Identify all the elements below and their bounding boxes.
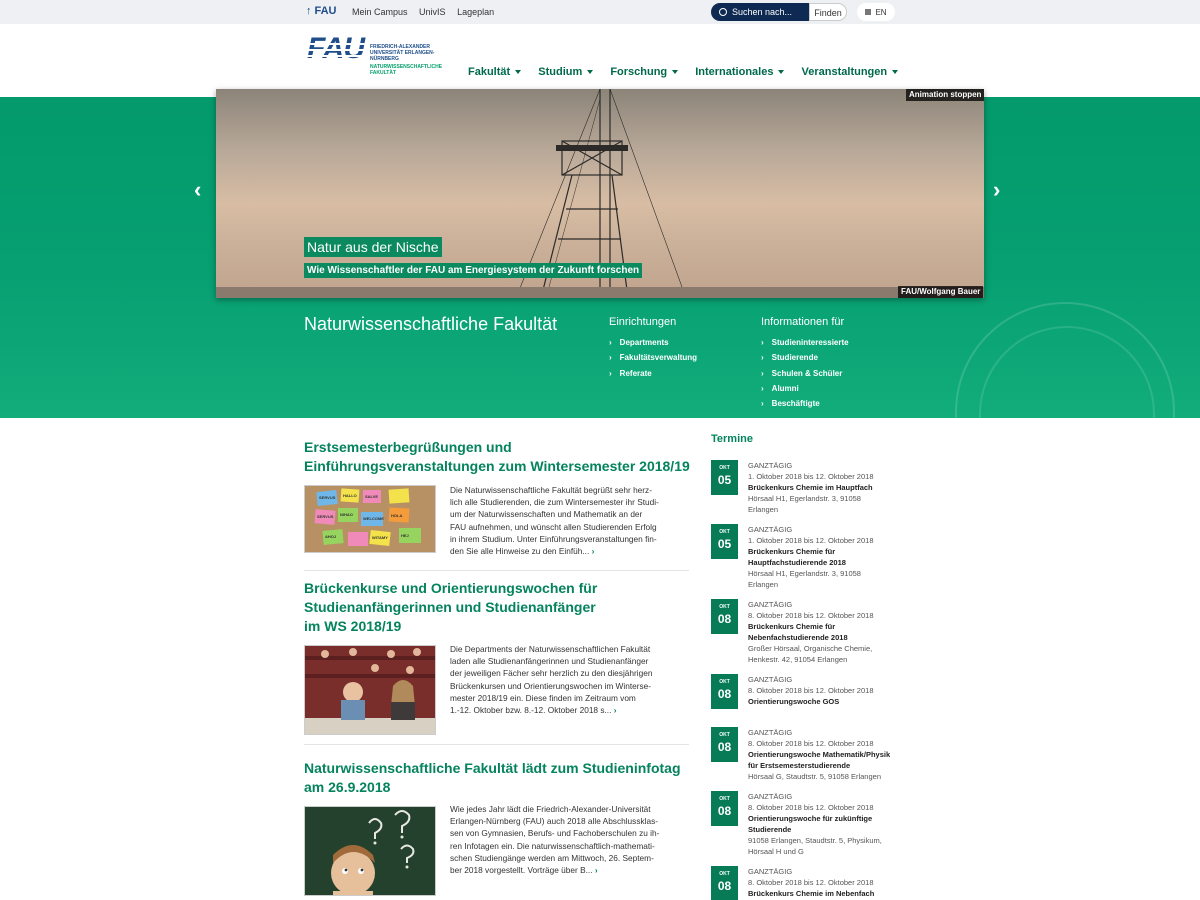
note-text: SERVUS: [317, 514, 334, 519]
chevron-right-icon: ›: [761, 399, 764, 409]
faculty-name: NATURWISSENSCHAFTLICHE FAKULTÄT: [370, 64, 443, 76]
link-studierende[interactable]: › Studierende: [761, 353, 849, 368]
search-icon: [719, 8, 727, 16]
chevron-right-icon: ›: [609, 353, 612, 363]
language-switch[interactable]: EN: [857, 3, 895, 21]
informationen-list: › Studieninteressierte › Studierende › Schu…: [761, 338, 849, 414]
utility-links: Mein Campus UnivIS Lageplan: [352, 7, 503, 17]
main-navigation: Fakultät Studium Forschung International…: [468, 66, 912, 78]
link-studieninteressierte[interactable]: › Studieninteressierte: [761, 338, 849, 353]
article-excerpt: Die Naturwissenschaftliche Fakultät begr…: [450, 485, 659, 557]
note-text: SALVE: [365, 494, 378, 499]
read-more-chevron-icon[interactable]: ›: [595, 865, 598, 875]
article-title[interactable]: Erstsemesterbegrüßungen und Einführungsv…: [304, 438, 699, 476]
university-seal-watermark: [955, 302, 1175, 418]
events-heading: Termine: [711, 433, 753, 445]
chevron-left-icon[interactable]: ‹: [194, 179, 208, 201]
chevron-down-icon: [515, 70, 522, 74]
read-more-chevron-icon[interactable]: ›: [592, 546, 595, 556]
nav-forschung[interactable]: Forschung: [610, 66, 679, 78]
divider: [304, 744, 689, 745]
fau-home-link[interactable]: ↑ FAU: [306, 5, 337, 17]
event-title: Brückenkurs Chemie im Nebenfach: [748, 889, 875, 898]
chevron-right-icon[interactable]: ›: [993, 179, 1007, 201]
article-thumbnail-question-marks[interactable]: [304, 806, 436, 896]
article-thumbnail-lecture-hall[interactable]: [304, 645, 436, 735]
up-arrow-icon: ↑: [306, 5, 312, 17]
article-excerpt: Die Departments der Naturwissenschaftlic…: [450, 644, 653, 716]
divider: [304, 570, 689, 571]
chevron-right-icon: ›: [761, 383, 764, 393]
event-title: Brückenkurs Chemie im Hauptfach: [748, 483, 873, 492]
news-article: Naturwissenschaftliche Fakultät lädt zum…: [304, 759, 699, 900]
note-text: HALLO: [343, 493, 357, 498]
link-beschaeftigte[interactable]: › Beschäftigte: [761, 399, 849, 414]
article-title[interactable]: Brückenkurse und Orientierungswochen für…: [304, 579, 614, 636]
article-excerpt: Wie jedes Jahr lädt die Friedrich-Alexan…: [450, 804, 660, 876]
note-text: HOLA: [391, 513, 402, 518]
einrichtungen-heading: Einrichtungen: [609, 316, 677, 328]
event-date-badge: OKT 05: [711, 460, 738, 495]
top-utility-bar: ↑ FAU Mein Campus UnivIS Lageplan Suchen …: [0, 0, 1200, 24]
link-fakultaetsverwaltung[interactable]: › Fakultätsverwaltung: [609, 353, 697, 368]
faculty-logo[interactable]: FAU FRIEDRICH-ALEXANDER UNIVERSITÄT ERLA…: [307, 34, 442, 76]
chevron-right-icon: ›: [761, 338, 764, 347]
event-title: Brückenkurs Chemie für: [748, 622, 836, 631]
link-schulen-schueler[interactable]: › Schulen & Schüler: [761, 369, 849, 384]
event-date-badge: OKT 08: [711, 599, 738, 634]
link-mein-campus[interactable]: Mein Campus: [352, 7, 408, 17]
link-referate[interactable]: › Referate: [609, 369, 697, 384]
event-date-badge: OKT 08: [711, 791, 738, 826]
note-text: HEJ: [401, 533, 409, 538]
event-date-badge: OKT 08: [711, 674, 738, 709]
university-name: FRIEDRICH-ALEXANDER UNIVERSITÄT ERLANGEN…: [370, 44, 435, 62]
slide-subtitle[interactable]: Wie Wissenschaftler der FAU am Energiesy…: [304, 263, 643, 278]
chevron-right-icon: ›: [761, 368, 764, 378]
faculty-heading: Naturwissenschaftliche Fakultät: [304, 314, 558, 334]
nav-studium[interactable]: Studium: [538, 66, 594, 78]
nav-internationales[interactable]: Internationales: [695, 66, 785, 78]
event-title: Orientierungswoche für zukünftige: [748, 814, 873, 823]
note-text: NIHAO: [340, 512, 353, 517]
event-title: Orientierungswoche GOS: [748, 697, 840, 706]
event-date-badge: OKT 08: [711, 866, 738, 900]
note-text: SERVUS: [319, 495, 336, 500]
nav-fakultaet[interactable]: Fakultät: [468, 66, 522, 78]
note-text: AHOJ: [325, 534, 336, 539]
link-univis[interactable]: UnivIS: [419, 7, 446, 17]
news-article: Brückenkurse und Orientierungswochen für…: [304, 579, 699, 739]
pause-animation-button[interactable]: Animation stoppen: [906, 89, 985, 101]
link-lageplan[interactable]: Lageplan: [457, 7, 494, 17]
nav-veranstaltungen[interactable]: Veranstaltungen: [802, 66, 899, 78]
note-text: WITAMY: [372, 535, 388, 540]
slide-title[interactable]: Natur aus der Nische: [304, 237, 442, 257]
fau-logo-mark: FAU: [307, 34, 365, 64]
chevron-down-icon: [892, 70, 899, 74]
photo-credit: FAU/Wolfgang Bauer: [898, 286, 984, 298]
link-departments[interactable]: › Departments: [609, 338, 697, 353]
article-thumbnail-sticky-notes[interactable]: SERVUS HALLO SALVE WELCOME HOLA NIHAO SE…: [304, 485, 436, 553]
chevron-right-icon: ›: [609, 338, 612, 347]
chevron-right-icon: ›: [761, 353, 764, 363]
chevron-down-icon: [778, 70, 785, 74]
article-title[interactable]: Naturwissenschaftliche Fakultät lädt zum…: [304, 759, 699, 797]
event-date-badge: OKT 08: [711, 727, 738, 762]
chevron-right-icon: ›: [609, 368, 612, 378]
search-button[interactable]: Finden: [809, 3, 847, 21]
chevron-down-icon: [672, 70, 679, 74]
informationen-heading: Informationen für: [761, 316, 845, 328]
search-input[interactable]: Suchen nach...: [711, 3, 809, 21]
news-article: Erstsemesterbegrüßungen und Einführungsv…: [304, 438, 699, 568]
einrichtungen-list: › Departments › Fakultätsverwaltung › Refer…: [609, 338, 697, 384]
event-title: Orientierungswoche Mathematik/Physik: [748, 750, 891, 759]
chevron-down-icon: [587, 70, 594, 74]
event-title: Brückenkurs Chemie für: [748, 547, 836, 556]
note-text: WELCOME: [363, 516, 384, 521]
event-date-badge: OKT 05: [711, 524, 738, 559]
language-icon: [865, 9, 872, 15]
read-more-chevron-icon[interactable]: ›: [614, 705, 617, 715]
link-alumni[interactable]: › Alumni: [761, 384, 849, 399]
